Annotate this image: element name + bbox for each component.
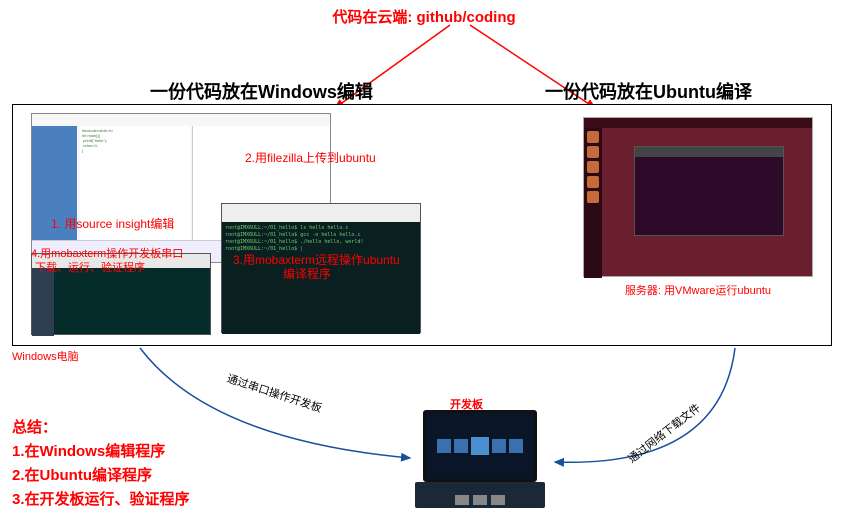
board-tile-icon: [454, 439, 468, 453]
summary-title: 总结：: [12, 416, 190, 440]
workflow-box: #include<stdio.h>int main(){ printf("hel…: [12, 104, 832, 346]
board-port-icon: [455, 495, 469, 505]
heading-ubuntu: 一份代码放在Ubuntu编译: [545, 78, 752, 104]
anno-moba-serial-line2: 下载、运行、验证程序: [35, 259, 145, 275]
ubuntu-dock-icon: [587, 176, 599, 188]
board-port-icon: [491, 495, 505, 505]
board-base: [415, 482, 545, 508]
windows-pc-label: Windows电脑: [12, 348, 79, 364]
summary-line-1: 1.在Windows编辑程序: [12, 440, 190, 464]
ubuntu-desktop-window: [583, 117, 813, 277]
ubuntu-dock-icon: [587, 131, 599, 143]
ubuntu-caption: 服务器: 用VMware运行ubuntu: [583, 282, 813, 298]
ubuntu-dock-icon: [587, 161, 599, 173]
anno-moba-remote-line2: 编译程序: [283, 265, 331, 282]
path-label-serial: 通过串口操作开发板: [225, 370, 324, 416]
ubuntu-group: 服务器: 用VMware运行ubuntu: [583, 117, 813, 317]
moba-serial-sidebar: [32, 268, 54, 336]
ubuntu-dock: [584, 128, 602, 278]
board-tile-icon: [492, 439, 506, 453]
summary-block: 总结： 1.在Windows编辑程序 2.在Ubuntu编译程序 3.在开发板运…: [12, 416, 190, 512]
board-port-icon: [473, 495, 487, 505]
ubuntu-dock-icon: [587, 146, 599, 158]
board-screen: [423, 410, 537, 482]
dev-board: [415, 410, 545, 510]
summary-line-2: 2.在Ubuntu编译程序: [12, 464, 190, 488]
summary-line-3: 3.在开发板运行、验证程序: [12, 488, 190, 512]
ubuntu-terminal-titlebar: [635, 147, 783, 157]
heading-windows: 一份代码放在Windows编辑: [150, 78, 373, 104]
cloud-code-label: 代码在云端: github/coding: [332, 6, 515, 27]
moba-remote-titlebar: [222, 204, 420, 222]
board-tile-icon: [509, 439, 523, 453]
ubuntu-dock-icon: [587, 191, 599, 203]
path-label-network: 通过网络下载文件: [624, 400, 703, 467]
ubuntu-terminal-window: [634, 146, 784, 236]
anno-source-insight: 1. 用source insight编辑: [51, 215, 174, 232]
board-tile-icon: [437, 439, 451, 453]
board-tile-icon: [471, 437, 489, 455]
ubuntu-topbar: [584, 118, 812, 128]
anno-filezilla: 2.用filezilla上传到ubuntu: [245, 149, 376, 166]
